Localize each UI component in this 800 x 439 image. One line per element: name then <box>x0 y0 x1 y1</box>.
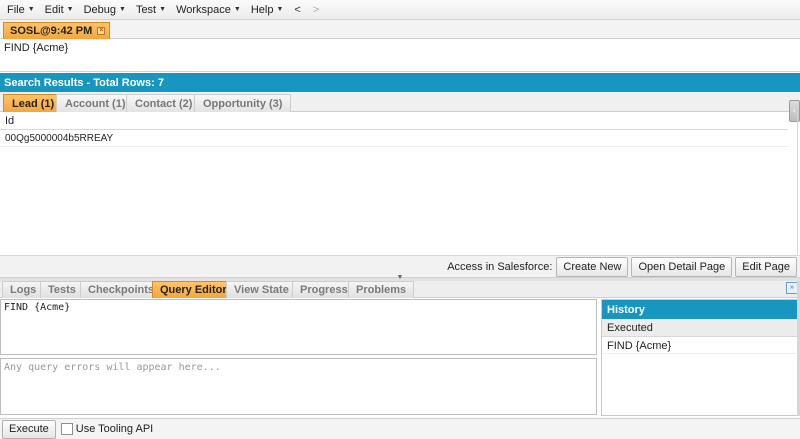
editor-tab-sosl[interactable]: SOSL@9:42 PM × <box>3 22 111 39</box>
tab-checkpoints[interactable]: Checkpoints <box>80 281 163 298</box>
chevron-down-icon: ▼ <box>119 6 126 13</box>
column-header-id[interactable]: Id <box>0 112 788 130</box>
menu-workspace-label: Workspace <box>176 3 231 16</box>
menu-file-label: File <box>7 3 25 16</box>
chevron-down-icon: ▼ <box>159 6 167 13</box>
history-item[interactable]: FIND {Acme} <box>602 337 799 354</box>
tab-view-state[interactable]: View State <box>226 281 297 298</box>
execute-toolbar: Execute Use Tooling API <box>0 418 800 439</box>
tab-query-editor[interactable]: Query Editor <box>152 281 235 298</box>
nav-forward-button[interactable]: > <box>307 4 325 16</box>
tab-progress[interactable]: Progress <box>292 281 356 298</box>
menu-debug-label: Debug <box>83 3 116 16</box>
chevron-down-icon: ▼ <box>276 6 284 13</box>
history-column-executed[interactable]: Executed <box>602 319 799 337</box>
close-icon[interactable]: × <box>97 27 106 35</box>
menu-workspace[interactable]: Workspace ▼ <box>171 0 246 20</box>
edit-page-button[interactable]: Edit Page <box>735 256 797 277</box>
editor-tab-label: SOSL@9:42 PM <box>10 25 93 37</box>
menu-edit[interactable]: Edit ▼ <box>40 0 79 20</box>
execute-button[interactable]: Execute <box>2 419 56 439</box>
menu-edit-label: Edit <box>44 3 64 16</box>
bottom-tab-strip: Logs Tests Checkpoints Query Editor View… <box>0 281 800 298</box>
menu-help[interactable]: Help ▼ <box>246 0 289 20</box>
tab-logs[interactable]: Logs <box>2 281 45 298</box>
use-tooling-api-label: Use Tooling API <box>75 423 154 435</box>
menu-help-label: Help <box>250 3 274 16</box>
tab-problems[interactable]: Problems <box>348 281 415 298</box>
menu-test[interactable]: Test ▼ <box>131 0 171 20</box>
use-tooling-api-checkbox[interactable] <box>60 423 73 435</box>
tab-contact[interactable]: Contact (2) <box>126 94 202 112</box>
menu-bar: File ▼ Edit ▼ Debug ▼ Test ▼ Workspace ▼ Help… <box>0 0 800 20</box>
query-text[interactable]: FIND {Acme} <box>0 39 800 72</box>
menu-file[interactable]: File ▼ <box>2 0 40 20</box>
tab-account[interactable]: Account (1) <box>56 94 135 112</box>
tab-lead[interactable]: Lead (1) <box>3 94 64 112</box>
create-new-button[interactable]: Create New <box>556 256 629 277</box>
query-editor-input[interactable]: FIND {Acme} <box>0 299 597 355</box>
results-tab-strip: Lead (1) Account (1) Contact (2) Opportu… <box>0 92 800 112</box>
editor-tab-strip: SOSL@9:42 PM × <box>0 20 800 39</box>
menu-test-label: Test <box>135 3 157 16</box>
nav-back-button[interactable]: < <box>288 4 306 16</box>
table-row[interactable]: 00Qg5000004b5RREAY <box>0 130 788 147</box>
history-panel: History Executed FIND {Acme} <box>601 299 800 416</box>
history-title: History <box>602 300 799 319</box>
menu-debug[interactable]: Debug ▼ <box>79 0 131 20</box>
query-errors-area: Any query errors will appear here... <box>0 358 597 415</box>
chevron-down-icon: ▼ <box>27 6 35 13</box>
tab-opportunity[interactable]: Opportunity (3) <box>194 94 292 112</box>
access-label: Access in Salesforce: <box>447 260 553 273</box>
developer-console: File ▼ Edit ▼ Debug ▼ Test ▼ Workspace ▼ Help… <box>0 0 800 439</box>
tab-tests[interactable]: Tests <box>40 281 84 298</box>
chevron-down-icon: ▼ <box>66 6 74 13</box>
chevron-down-icon: ▼ <box>233 6 241 13</box>
open-detail-page-button[interactable]: Open Detail Page <box>631 256 733 277</box>
search-results-header: Search Results - Total Rows: 7 <box>0 73 800 92</box>
